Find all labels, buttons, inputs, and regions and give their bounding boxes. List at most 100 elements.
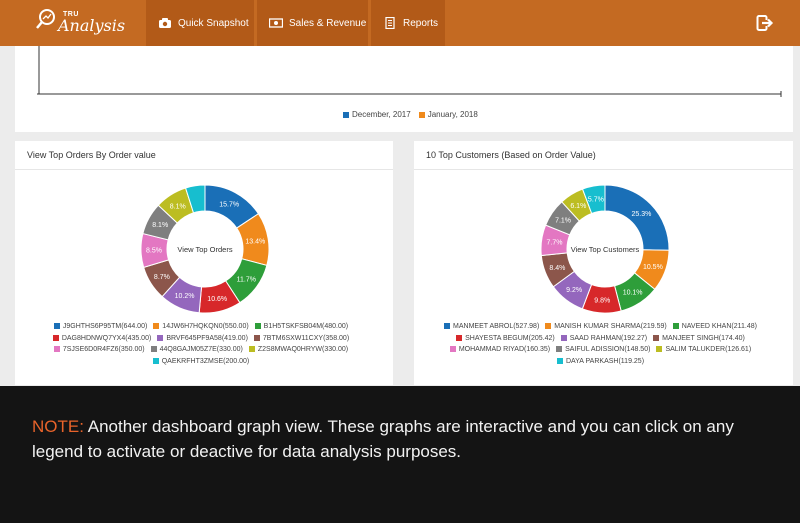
legend-item[interactable]: J9GHTHS6P95TM(644.00) [53, 321, 148, 333]
slice-percent-label: 5.7% [588, 196, 604, 203]
legend-item[interactable]: NAVEED KHAN(211.48) [672, 321, 757, 333]
legend-row: 7SJSE6D0R4FZ6(350.00) 44Q8GAJM05Z7E(330.0… [23, 344, 385, 356]
legend-item[interactable]: SHAYESTA BEGUM(205.42) [456, 333, 555, 345]
legend-item[interactable]: 14JW6H7HQKQN0(550.00) [153, 321, 249, 333]
legend-swatch [343, 111, 349, 118]
slice-percent-label: 8.4% [549, 265, 565, 272]
legend-swatch [248, 346, 255, 353]
sales-comparison-chart-card [15, 46, 793, 132]
app-logo[interactable]: TRU Analysis [36, 6, 125, 40]
legend-label: NAVEED KHAN(211.48) [681, 323, 757, 330]
legend-swatch [253, 334, 260, 341]
legend-row: MANMEET ABROL(527.98) MANISH KUMAR SHARMA… [422, 321, 785, 333]
legend-label: January, 2018 [427, 110, 478, 119]
legend-label: DAYA PARKASH(119.25) [565, 357, 645, 365]
legend-row: MOHAMMAD RIYAD(160.35) SAIFUL ADISSION(14… [422, 344, 785, 356]
slice-percent-label: 9.8% [594, 297, 610, 304]
donut-center-label: View Top Customers [571, 245, 640, 254]
legend-item-december-2017[interactable]: December, 2017 [343, 110, 411, 119]
legend-label: DAG8HDNWQ7YX4(435.00) [61, 334, 152, 342]
note-text: NOTE: Another dashboard graph view. Thes… [32, 414, 782, 464]
legend-label: MOHAMMAD RIYAD(160.35) [458, 346, 551, 354]
legend-row: SHAYESTA BEGUM(205.42) SAAD RAHMAN(192.27… [422, 333, 785, 345]
money-icon [269, 18, 283, 28]
legend-item[interactable]: MANMEET ABROL(527.98) [444, 321, 539, 333]
logout-icon[interactable] [756, 14, 774, 32]
slice-percent-label: 8.7% [154, 274, 170, 281]
legend-item[interactable]: SAIFUL ADISSION(148.50) [556, 344, 650, 356]
legend-label: B1H5TSKFSB04M(480.00) [263, 323, 349, 330]
legend-item[interactable]: 7SJSE6D0R4FZ6(350.00) [53, 344, 145, 356]
legend-swatch [545, 323, 552, 330]
slice-percent-label: 11.7% [237, 276, 256, 283]
legend-swatch [556, 346, 563, 353]
legend-swatch [653, 334, 660, 341]
slice-percent-label: 10.2% [175, 293, 195, 300]
top-navigation-bar: TRU Analysis Quick Snapshot Sales & Reve… [0, 0, 800, 46]
legend-label: MANISH KUMAR SHARMA(219.59) [554, 323, 667, 330]
legend-label: 7SJSE6D0R4FZ6(350.00) [62, 346, 145, 354]
legend-item[interactable]: SALIM TALUKDER(126.61) [656, 344, 751, 356]
camera-icon [159, 18, 171, 28]
donut-center-label: View Top Orders [177, 245, 232, 254]
legend-swatch [449, 346, 456, 353]
legend-label: MANJEET SINGH(174.40) [662, 334, 745, 342]
top-orders-legend: J9GHTHS6P95TM(644.00) 14JW6H7HQKQN0(550.0… [23, 321, 385, 367]
nav-reports[interactable]: Reports [371, 0, 445, 46]
legend-swatch [672, 323, 679, 330]
legend-item[interactable]: MANJEET SINGH(174.40) [653, 333, 745, 345]
legend-swatch [53, 323, 60, 330]
legend-row: QAEKRFHT3ZMSE(200.00) [23, 356, 385, 368]
top-chart-legend: December, 2017 January, 2018 [343, 110, 478, 119]
legend-item[interactable]: MOHAMMAD RIYAD(160.35) [449, 344, 551, 356]
legend-swatch [560, 334, 567, 341]
legend-swatch [444, 323, 451, 330]
legend-swatch [157, 334, 164, 341]
nav-quick-snapshot[interactable]: Quick Snapshot [146, 0, 254, 46]
legend-label: SALIM TALUKDER(126.61) [665, 346, 752, 354]
legend-item[interactable]: 7BTM6SXW11CXY(358.00) [253, 333, 350, 345]
slice-percent-label: 7.1% [555, 217, 571, 224]
legend-item[interactable]: MANISH KUMAR SHARMA(219.59) [545, 321, 667, 333]
legend-label: MANMEET ABROL(527.98) [453, 323, 540, 330]
legend-label: SAAD RAHMAN(192.27) [569, 334, 648, 342]
legend-row: J9GHTHS6P95TM(644.00) 14JW6H7HQKQN0(550.0… [23, 321, 385, 333]
sales-comparison-chart-axes [37, 46, 782, 97]
legend-item[interactable]: DAG8HDNWQ7YX4(435.00) [52, 333, 152, 345]
legend-label: 7BTM6SXW11CXY(358.00) [262, 334, 350, 342]
legend-label: Z2S8MWAQ0HRYW(330.00) [257, 346, 349, 354]
document-icon [385, 17, 395, 29]
note-label: NOTE: [32, 417, 84, 436]
legend-item[interactable]: B1H5TSKFSB04M(480.00) [254, 321, 349, 333]
legend-item[interactable]: BRVF645PF9A58(419.00) [157, 333, 248, 345]
legend-swatch [656, 346, 663, 353]
nav-sales-revenue[interactable]: Sales & Revenue [257, 0, 368, 46]
nav-label: Reports [403, 17, 439, 29]
legend-swatch [556, 357, 563, 364]
legend-item[interactable]: QAEKRFHT3ZMSE(200.00) [152, 356, 249, 368]
legend-label: 14JW6H7HQKQN0(550.00) [162, 323, 249, 330]
legend-item-january-2018[interactable]: January, 2018 [418, 110, 478, 119]
legend-swatch [456, 334, 463, 341]
legend-label: SAIFUL ADISSION(148.50) [565, 346, 651, 354]
legend-item[interactable]: SAAD RAHMAN(192.27) [560, 333, 648, 345]
slice-percent-label: 8.5% [146, 248, 162, 255]
legend-swatch [418, 111, 425, 118]
legend-item[interactable]: DAYA PARKASH(119.25) [556, 356, 645, 368]
top-customers-card: 10 Top Customers (Based on Order Value) … [414, 141, 793, 385]
legend-label: BRVF645PF9A58(419.00) [166, 334, 248, 342]
legend-swatch [52, 334, 59, 341]
legend-item[interactable]: Z2S8MWAQ0HRYW(330.00) [248, 344, 349, 356]
slice-percent-label: 10.1% [623, 289, 643, 296]
legend-swatch [153, 323, 160, 330]
legend-swatch [53, 346, 60, 353]
legend-swatch [254, 323, 261, 330]
top-orders-card: View Top Orders By Order value 15.7% 13.4… [15, 141, 393, 385]
legend-item[interactable]: 44Q8GAJM05Z7E(330.00) [150, 344, 243, 356]
slice-percent-label: 15.7% [219, 202, 239, 209]
slice-percent-label: 6.1% [570, 203, 586, 210]
slice-percent-label: 8.1% [170, 203, 186, 210]
slice-percent-label: 10.5% [643, 264, 663, 271]
legend-label: J9GHTHS6P95TM(644.00) [62, 323, 148, 330]
slice-percent-label: 25.3% [631, 211, 651, 218]
